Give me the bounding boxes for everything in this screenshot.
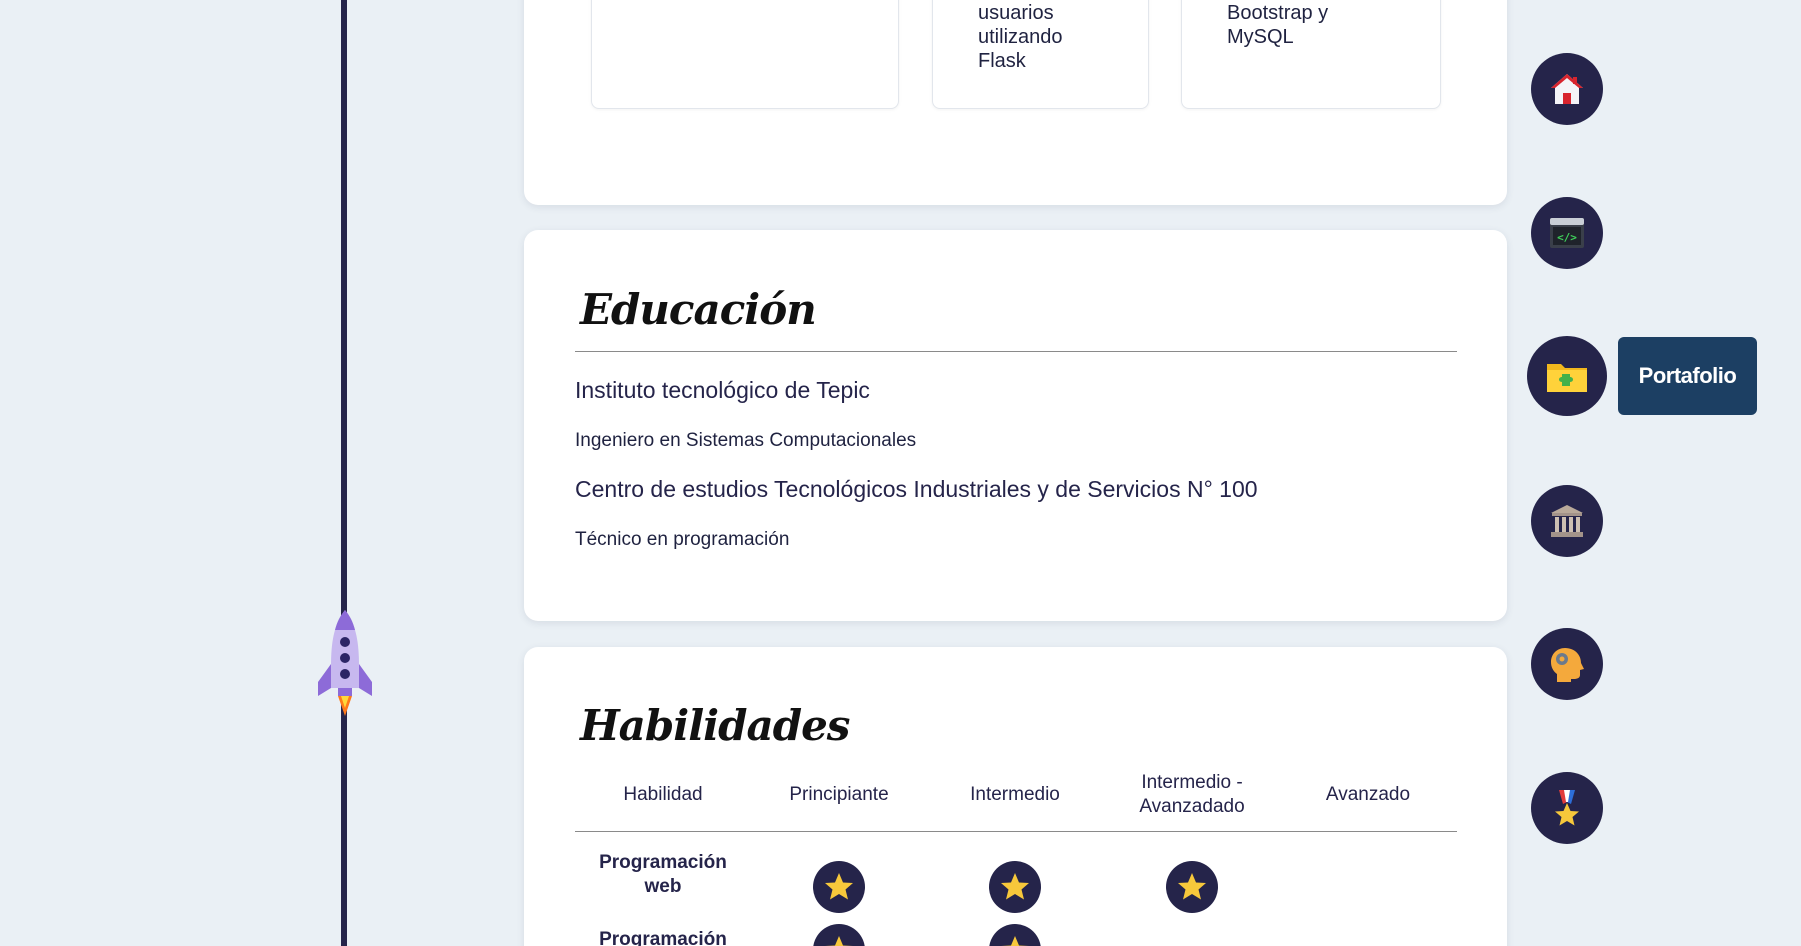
house-icon	[1551, 74, 1583, 104]
nav-projects-button[interactable]: </>	[1531, 197, 1603, 269]
star-icon	[989, 861, 1041, 913]
star-icon	[813, 861, 865, 913]
nav-home-button[interactable]	[1531, 53, 1603, 125]
skill-name: Programación	[599, 929, 727, 946]
column-header: Intermedio	[970, 784, 1060, 805]
column-header: Intermedio - Avanzadado	[1139, 772, 1245, 817]
column-header: Principiante	[789, 784, 889, 805]
project-description: usuarios utilizando Flask	[978, 2, 1063, 72]
timeline-line	[341, 0, 347, 946]
page: usuarios utilizando Flask Blog con Larav…	[0, 0, 1801, 946]
education-card: Educación Instituto tecnológico de Tepic…	[524, 230, 1507, 621]
star-icon	[989, 924, 1041, 946]
star-icon	[813, 924, 865, 946]
project-card-2[interactable]: usuarios utilizando Flask	[932, 0, 1149, 109]
nav-tooltip: Portafolio	[1618, 337, 1757, 415]
section-title: Habilidades	[580, 701, 850, 750]
column-header: Habilidad	[623, 784, 703, 805]
institution-icon	[1551, 505, 1583, 537]
project-card-3[interactable]: Blog con Laravel, Bootstrap y MySQL	[1181, 0, 1441, 109]
nav-portfolio-button[interactable]	[1527, 336, 1607, 416]
rocket-icon	[318, 610, 372, 716]
section-title: Educación	[580, 285, 817, 334]
school-name: Centro de estudios Tecnológicos Industri…	[575, 476, 1258, 502]
head-gear-icon	[1551, 648, 1584, 682]
nav-skills-button[interactable]	[1531, 628, 1603, 700]
code-window-icon: </>	[1550, 218, 1584, 248]
project-card-1[interactable]	[591, 0, 899, 109]
folder-puzzle-icon	[1547, 364, 1587, 392]
projects-card: usuarios utilizando Flask Blog con Larav…	[524, 0, 1507, 205]
skill-name: Programación web	[599, 852, 727, 897]
medal-icon	[1555, 790, 1579, 826]
degree-name: Ingeniero en Sistemas Computacionales	[575, 430, 917, 451]
star-icon	[1166, 861, 1218, 913]
nav-education-button[interactable]	[1531, 485, 1603, 557]
nav-awards-button[interactable]	[1531, 772, 1603, 844]
degree-name: Técnico en programación	[575, 529, 790, 550]
column-header: Avanzado	[1325, 784, 1411, 805]
table-divider	[575, 831, 1457, 832]
school-name: Instituto tecnológico de Tepic	[575, 377, 870, 403]
svg-text:</>: </>	[1557, 231, 1577, 244]
skills-card: Habilidades Habilidad Principiante Inter…	[524, 647, 1507, 946]
project-description: Blog con Laravel, Bootstrap y MySQL	[1227, 2, 1329, 48]
divider	[575, 351, 1457, 352]
